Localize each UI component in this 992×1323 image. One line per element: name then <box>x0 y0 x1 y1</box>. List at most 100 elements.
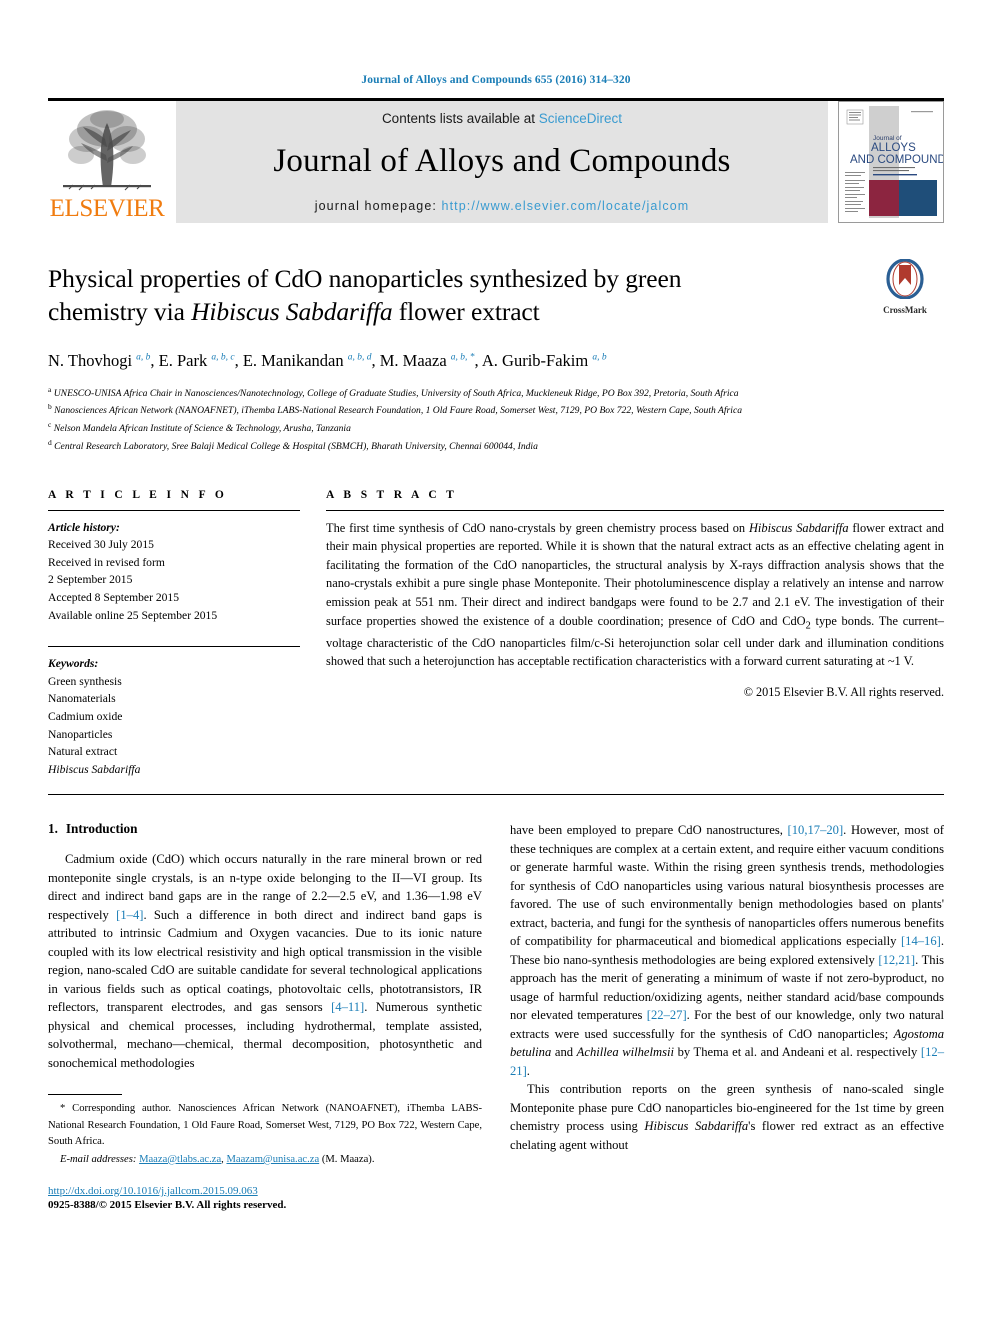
sciencedirect-link[interactable]: ScienceDirect <box>539 111 622 126</box>
history-item: 2 September 2015 <box>48 573 133 587</box>
body-columns: 1. Introduction Cadmium oxide (CdO) which… <box>48 821 944 1211</box>
keywords-rule <box>48 646 300 648</box>
citation-link[interactable]: [1–4] <box>116 908 143 922</box>
crossmark-icon <box>886 258 924 300</box>
body-column-left: 1. Introduction Cadmium oxide (CdO) which… <box>48 821 482 1211</box>
affiliation-text: Nelson Mandela African Institute of Scie… <box>53 423 351 435</box>
crossmark-label: CrossMark <box>883 305 927 315</box>
citation-link[interactable]: [12,21] <box>878 953 915 967</box>
author-affil-marks: a, b, * <box>450 352 475 363</box>
svg-text:ALLOYS: ALLOYS <box>871 142 916 154</box>
affiliation-item: b Nanosciences African Network (NANOAFNE… <box>48 401 944 419</box>
doi-link[interactable]: http://dx.doi.org/10.1016/j.jallcom.2015… <box>48 1185 482 1197</box>
author-list: N. Thovhogi a, b, E. Park a, b, c, E. Ma… <box>48 350 944 371</box>
page-title: Physical properties of CdO nanoparticles… <box>48 263 748 328</box>
author-item[interactable]: E. Park a, b, c <box>159 351 235 370</box>
author-name: E. Park <box>158 351 208 371</box>
keyword-item: Natural extract <box>48 745 118 759</box>
footnote-text: * Corresponding author. Nanosciences Afr… <box>48 1101 482 1149</box>
affiliation-text: UNESCO-UNISA Africa Chair in Nanoscience… <box>53 387 739 399</box>
abstract-bottom-rule <box>48 794 944 796</box>
author-sep: , <box>150 351 159 371</box>
intro-paragraph-left: Cadmium oxide (CdO) which occurs natural… <box>48 850 482 1072</box>
article-page: Journal of Alloys and Compounds 655 (201… <box>0 0 992 1323</box>
email-link-1[interactable]: Maaza@tlabs.ac.za <box>139 1154 221 1165</box>
title-species-italic: Hibiscus Sabdariffa <box>191 296 393 326</box>
author-item[interactable]: M. Maaza a, b, * <box>380 351 475 370</box>
keyword-item: Hibiscus Sabdariffa <box>48 762 141 776</box>
intro-right-f: and <box>551 1045 577 1060</box>
cover-art: Journal of ALLOYS AND COMPOUNDS <box>839 102 943 222</box>
crossmark-badge[interactable]: CrossMark <box>866 258 944 315</box>
svg-text:AND COMPOUNDS: AND COMPOUNDS <box>850 154 943 166</box>
journal-homepage-line: journal homepage: http://www.elsevier.co… <box>315 199 690 213</box>
keyword-item: Nanomaterials <box>48 692 116 706</box>
elsevier-tree-icon <box>63 110 151 191</box>
citation-link[interactable]: [4–11] <box>331 1000 364 1014</box>
affiliation-mark: c <box>48 420 52 430</box>
email-label: E-mail addresses: <box>60 1153 137 1165</box>
abstract-rule <box>326 509 944 511</box>
section-heading-introduction: 1. Introduction <box>48 821 482 837</box>
keyword-item: Green synthesis <box>48 674 122 688</box>
abstract-heading: A B S T R A C T <box>326 488 458 501</box>
email-link-2[interactable]: Maazam@unisa.ac.za <box>226 1154 319 1165</box>
intro-left-b: . Such a difference in both direct and i… <box>48 907 482 1015</box>
keywords-label: Keywords: <box>48 657 99 671</box>
intro-paragraph-2: This contribution reports on the green s… <box>510 1080 944 1154</box>
abstract-part-2: flower extract and their main physical p… <box>326 520 944 628</box>
citation-link[interactable]: [14–16] <box>901 934 941 948</box>
affiliation-text: Central Research Laboratory, Sree Balaji… <box>54 441 538 453</box>
issn-copyright-line: 0925-8388/© 2015 Elsevier B.V. All right… <box>48 1198 287 1211</box>
section-number: 1. <box>48 821 58 837</box>
svg-text:Journal of: Journal of <box>873 135 902 142</box>
affiliation-item: a UNESCO-UNISA Africa Chair in Nanoscien… <box>48 384 944 402</box>
elsevier-wordmark: ELSEVIER <box>49 195 165 222</box>
intro-right-a: have been employed to prepare CdO nanost… <box>510 823 788 838</box>
history-item: Available online 25 September 2015 <box>48 608 218 622</box>
article-history-block: Article history: Received 30 July 2015 R… <box>48 519 300 625</box>
species-italic-3: Hibiscus Sabdariffa <box>644 1119 749 1134</box>
citation-link[interactable]: [10,17–20] <box>788 823 844 837</box>
intro-right-g: by Thema et al. and Andeani et al. respe… <box>674 1045 921 1060</box>
abstract-species-italic: Hibiscus Sabdariffa <box>748 520 849 535</box>
affiliation-list: a UNESCO-UNISA Africa Chair in Nanoscien… <box>48 384 944 455</box>
footnote-body: Corresponding author. Nanosciences Afric… <box>48 1103 482 1147</box>
article-info-column: A R T I C L E I N F O Article history: R… <box>48 489 300 779</box>
history-item: Received in revised form <box>48 555 165 569</box>
copyright-line: © 2015 Elsevier B.V. All rights reserved… <box>743 684 944 699</box>
author-affil-marks: a, b, c <box>211 352 235 363</box>
title-block: CrossMark Physical properties of CdO nan… <box>48 258 944 455</box>
abstract-part-1: The first time synthesis of CdO nano-cry… <box>326 520 749 535</box>
affiliation-mark: b <box>48 402 52 412</box>
abstract-column: A B S T R A C T The first time synthesis… <box>326 489 944 779</box>
author-affil-marks: a, b <box>592 352 607 363</box>
author-item[interactable]: N. Thovhogi a, b <box>48 351 150 370</box>
article-info-heading: A R T I C L E I N F O <box>48 488 228 501</box>
author-affil-marks: a, b <box>136 352 151 363</box>
author-item[interactable]: E. Manikandan a, b, d <box>243 351 372 370</box>
contents-prefix: Contents lists available at <box>381 111 539 126</box>
title-part-2: flower extract <box>392 296 540 326</box>
affiliation-item: c Nelson Mandela African Institute of Sc… <box>48 419 944 437</box>
author-sep: , <box>371 351 380 371</box>
article-history-label: Article history: <box>48 520 120 534</box>
author-name: E. Manikandan <box>242 351 344 371</box>
history-item: Received 30 July 2015 <box>48 538 154 552</box>
journal-cover-thumbnail[interactable]: Journal of ALLOYS AND COMPOUNDS <box>838 101 944 223</box>
info-and-abstract: A R T I C L E I N F O Article history: R… <box>48 489 944 779</box>
author-name: M. Maaza <box>379 351 447 371</box>
intro-right-h: . <box>526 1063 530 1078</box>
elsevier-logo: ELSEVIER <box>48 101 166 223</box>
masthead-center-panel: Contents lists available at ScienceDirec… <box>176 101 828 223</box>
homepage-url-link[interactable]: http://www.elsevier.com/locate/jalcom <box>442 199 690 213</box>
species-italic-2: Achillea wilhelmsii <box>576 1045 674 1060</box>
author-item[interactable]: A. Gurib-Fakim a, b <box>482 351 607 370</box>
citation-link[interactable]: [22–27] <box>647 1008 687 1022</box>
section-title: Introduction <box>65 821 138 837</box>
journal-title: Journal of Alloys and Compounds <box>273 143 731 179</box>
author-affil-marks: a, b, d <box>347 352 372 363</box>
doi-block: http://dx.doi.org/10.1016/j.jallcom.2015… <box>48 1185 482 1211</box>
email-suffix: (M. Maaza). <box>319 1153 375 1165</box>
running-head: Journal of Alloys and Compounds 655 (201… <box>361 74 631 86</box>
